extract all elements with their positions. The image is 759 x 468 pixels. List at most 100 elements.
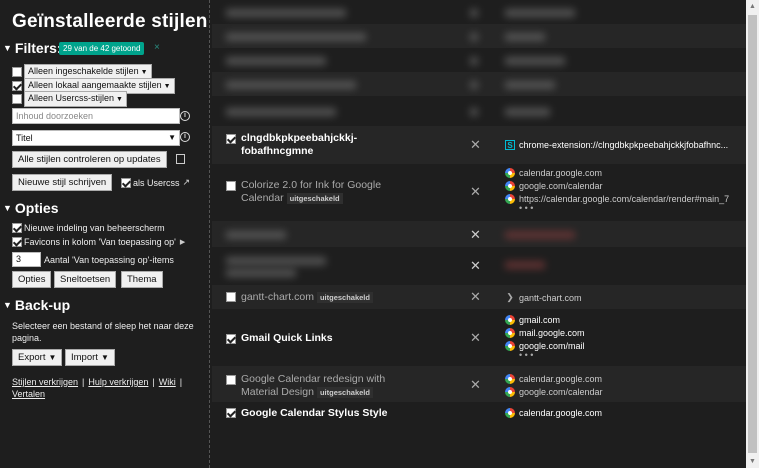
- options-heading[interactable]: ▼ Opties: [3, 200, 59, 216]
- style-name[interactable]: Google Calendar redesign with Material D…: [241, 373, 401, 399]
- style-list: clngdbkpkpeebahjckkj-fobafhncgmne ✕ Schr…: [212, 0, 746, 468]
- info-icon[interactable]: i: [180, 132, 190, 142]
- applies-to-item: google.com/calendar: [505, 385, 745, 398]
- dropdown-arrow-icon: ▼: [140, 69, 148, 76]
- update-history-icon[interactable]: [176, 154, 185, 164]
- style-enabled-checkbox[interactable]: [226, 134, 236, 144]
- style-name[interactable]: Gmail Quick Links: [241, 332, 401, 345]
- applies-count-input[interactable]: 3: [12, 252, 41, 267]
- redacted-row: [212, 48, 746, 72]
- delete-icon[interactable]: ✕: [470, 184, 481, 200]
- scroll-up-arrow-icon[interactable]: ▲: [746, 0, 759, 13]
- disabled-tag: uitgeschakeld: [316, 387, 373, 398]
- applies-to-item: https://calendar.google.com/calendar/ren…: [505, 192, 745, 205]
- footer-links: Stijlen verkrijgen | Hulp verkrijgen | Wiki |…: [12, 377, 183, 399]
- google-icon: [505, 167, 515, 178]
- google-icon: [505, 407, 515, 418]
- get-help-link[interactable]: Hulp verkrijgen: [88, 377, 148, 387]
- google-icon: [505, 373, 515, 384]
- delete-icon[interactable]: ✕: [470, 330, 481, 346]
- filter-enabled-checkbox[interactable]: [12, 67, 22, 77]
- favicons-checkbox[interactable]: [12, 237, 22, 247]
- backup-heading[interactable]: ▼ Back-up: [3, 297, 70, 313]
- redacted-row: [212, 24, 746, 48]
- style-enabled-checkbox[interactable]: [226, 181, 236, 191]
- more-icon[interactable]: • • •: [505, 204, 745, 213]
- redacted-row: [212, 72, 746, 96]
- style-row[interactable]: Google Calendar Stylus Style calendar.go…: [212, 402, 746, 468]
- as-usercss-checkbox[interactable]: [121, 177, 131, 188]
- delete-icon[interactable]: ✕: [470, 227, 481, 243]
- scroll-down-arrow-icon[interactable]: ▼: [746, 455, 759, 468]
- applies-to-item: google.com/calendar: [505, 179, 745, 192]
- expand-triangle-icon[interactable]: ▶: [180, 238, 185, 246]
- style-name[interactable]: Colorize 2.0 for Ink for Google Calendar…: [241, 179, 401, 205]
- style-row[interactable]: Colorize 2.0 for Ink for Google Calendar…: [212, 164, 746, 221]
- delete-icon[interactable]: ✕: [470, 137, 481, 153]
- applies-to-item: calendar.google.com: [505, 406, 745, 419]
- new-layout-checkbox[interactable]: [12, 223, 22, 233]
- get-styles-link[interactable]: Stijlen verkrijgen: [12, 377, 78, 387]
- more-icon[interactable]: • • •: [505, 351, 745, 360]
- google-icon: [505, 193, 515, 204]
- info-icon[interactable]: i: [180, 111, 190, 121]
- applies-to: gmail.com mail.google.com google.com/mai…: [505, 313, 745, 360]
- google-icon: [505, 386, 515, 397]
- google-icon: [505, 314, 515, 325]
- check-updates-button[interactable]: Alle stijlen controleren op updates: [12, 151, 167, 168]
- applies-to-item: mail.google.com: [505, 326, 745, 339]
- applies-to-item: ❯ gantt-chart.com: [506, 292, 582, 303]
- applies-to: calendar.google.com: [505, 406, 745, 419]
- vertical-scrollbar[interactable]: ▲ ▼: [746, 0, 759, 468]
- style-enabled-checkbox[interactable]: [226, 375, 236, 385]
- dropdown-arrow-icon: ▼: [168, 133, 176, 142]
- filter-usercss-select[interactable]: Alleen Usercss-stijlen ▼: [24, 91, 127, 107]
- style-enabled-checkbox[interactable]: [226, 408, 236, 418]
- style-enabled-checkbox[interactable]: [226, 334, 236, 344]
- filter-local-checkbox[interactable]: [12, 81, 22, 91]
- option-favicons: Favicons in kolom 'Van toepassing op' ▶: [12, 237, 185, 247]
- export-button[interactable]: Export ▼: [12, 349, 63, 366]
- delete-icon[interactable]: ✕: [470, 289, 481, 305]
- translate-link[interactable]: Vertalen: [12, 389, 45, 399]
- wiki-link[interactable]: Wiki: [159, 377, 176, 387]
- google-icon: [505, 180, 515, 191]
- style-name[interactable]: clngdbkpkpeebahjckkj-fobafhncgmne: [241, 132, 401, 158]
- disabled-tag: uitgeschakeld: [286, 193, 343, 204]
- style-name[interactable]: gantt-chart.com uitgeschakeld: [241, 291, 441, 304]
- scrollbar-thumb[interactable]: [748, 15, 757, 453]
- delete-icon[interactable]: ✕: [470, 377, 481, 393]
- delete-icon[interactable]: ✕: [470, 258, 481, 274]
- disabled-tag: uitgeschakeld: [316, 292, 373, 303]
- as-usercss-option: als Usercss ↗: [121, 177, 190, 188]
- style-row[interactable]: gantt-chart.com uitgeschakeld ✕ ❯ gantt-ch…: [212, 285, 746, 309]
- theme-button[interactable]: Thema: [121, 271, 163, 288]
- google-icon: [505, 327, 515, 338]
- shortcuts-button[interactable]: Sneltoetsen: [54, 271, 117, 288]
- applies-count-label: Aantal 'Van toepassing op'-items: [44, 255, 174, 265]
- style-row[interactable]: Google Calendar redesign with Material D…: [212, 366, 746, 402]
- options-button[interactable]: Opties: [12, 271, 52, 288]
- backup-description: Selecteer een bestand of sleep het naar …: [12, 321, 194, 343]
- dropdown-arrow-icon: ▼: [48, 353, 57, 362]
- dropdown-arrow-icon: ▼: [163, 83, 171, 90]
- applies-to: Schrome-extension://clngdbkpkpeebahjckkj…: [505, 138, 745, 151]
- redacted-row: ✕: [212, 247, 746, 285]
- clear-filters-icon[interactable]: ×: [154, 42, 160, 53]
- collapse-triangle-icon: ▼: [3, 43, 12, 53]
- external-link-icon[interactable]: ↗: [183, 177, 191, 188]
- chevron-icon: ❯: [506, 292, 514, 302]
- sort-select[interactable]: Titel ▼: [12, 130, 180, 146]
- redacted-row: [212, 0, 746, 24]
- write-new-style-button[interactable]: Nieuwe stijl schrijven: [12, 174, 113, 191]
- style-enabled-checkbox[interactable]: [226, 292, 236, 302]
- style-name[interactable]: Google Calendar Stylus Style: [241, 407, 461, 420]
- import-button[interactable]: Import ▼: [65, 349, 115, 366]
- filters-heading[interactable]: ▼ Filters:: [3, 40, 62, 56]
- style-row[interactable]: Gmail Quick Links ✕ gmail.com mail.googl…: [212, 309, 746, 366]
- filter-usercss-checkbox[interactable]: [12, 94, 22, 104]
- style-row[interactable]: clngdbkpkpeebahjckkj-fobafhncgmne ✕ Schr…: [212, 126, 746, 164]
- dropdown-arrow-icon: ▼: [116, 96, 123, 103]
- collapse-triangle-icon: ▼: [3, 300, 12, 310]
- search-input[interactable]: Inhoud doorzoeken: [12, 108, 180, 124]
